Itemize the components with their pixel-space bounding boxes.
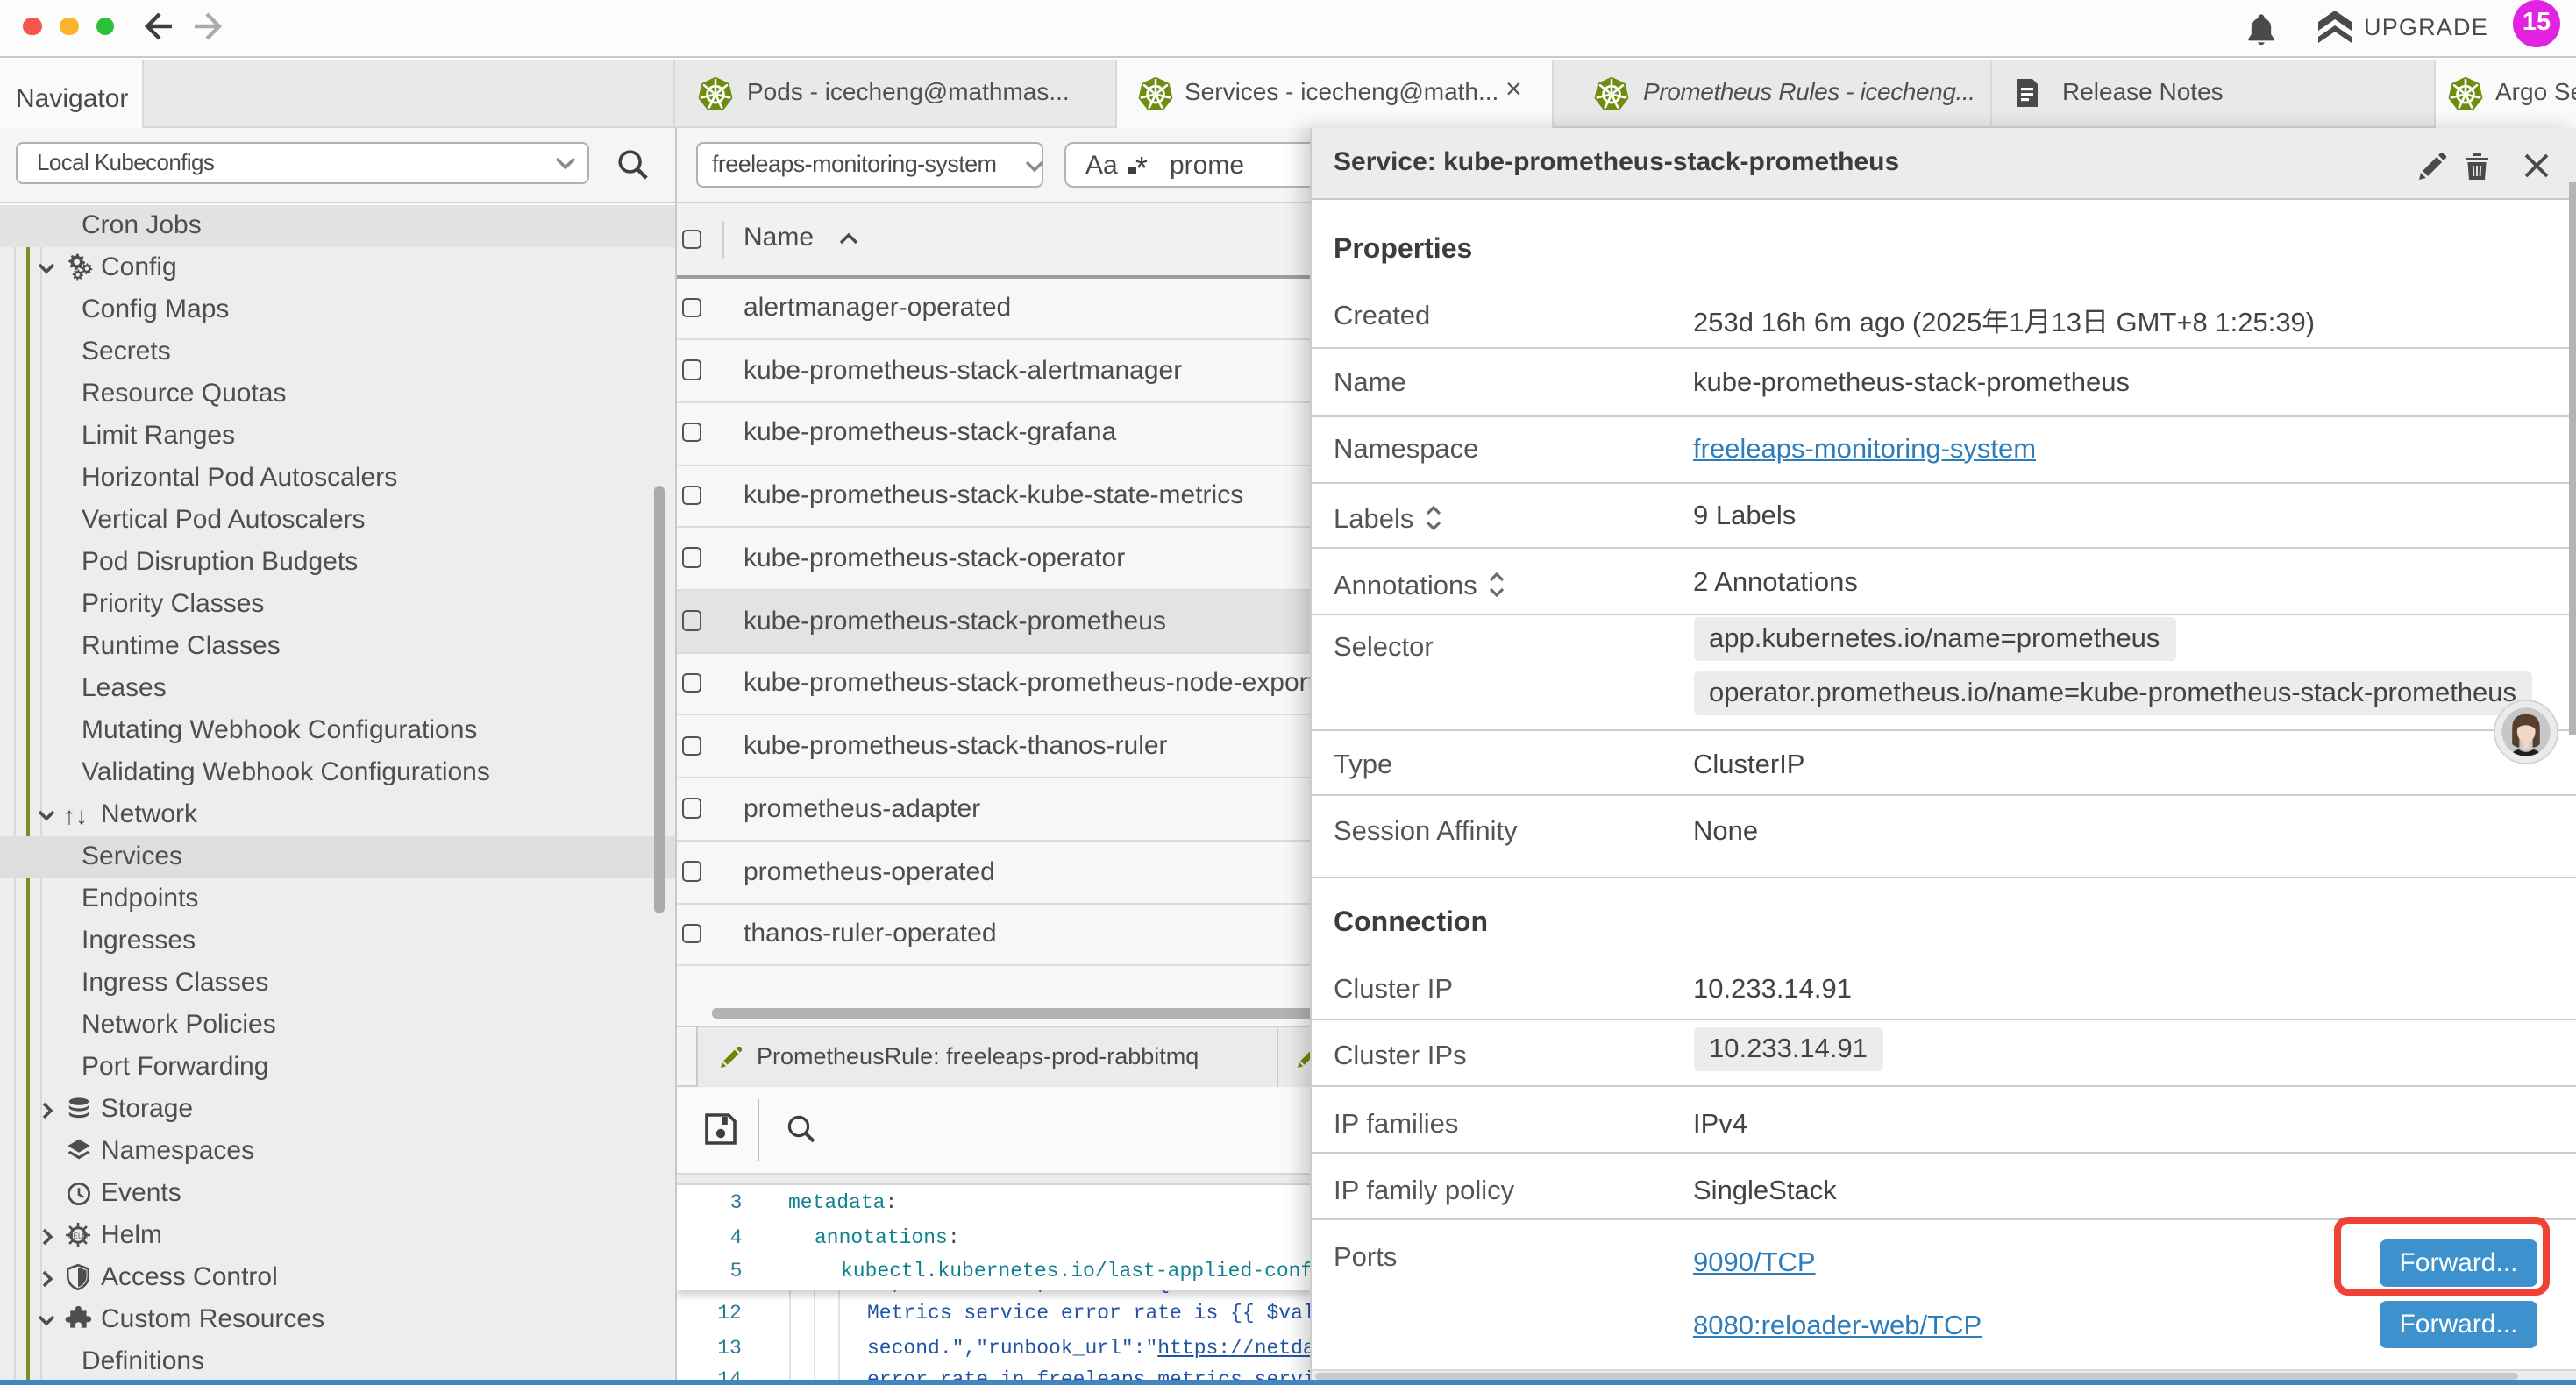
svg-text:HELM: HELM bbox=[68, 1232, 89, 1240]
